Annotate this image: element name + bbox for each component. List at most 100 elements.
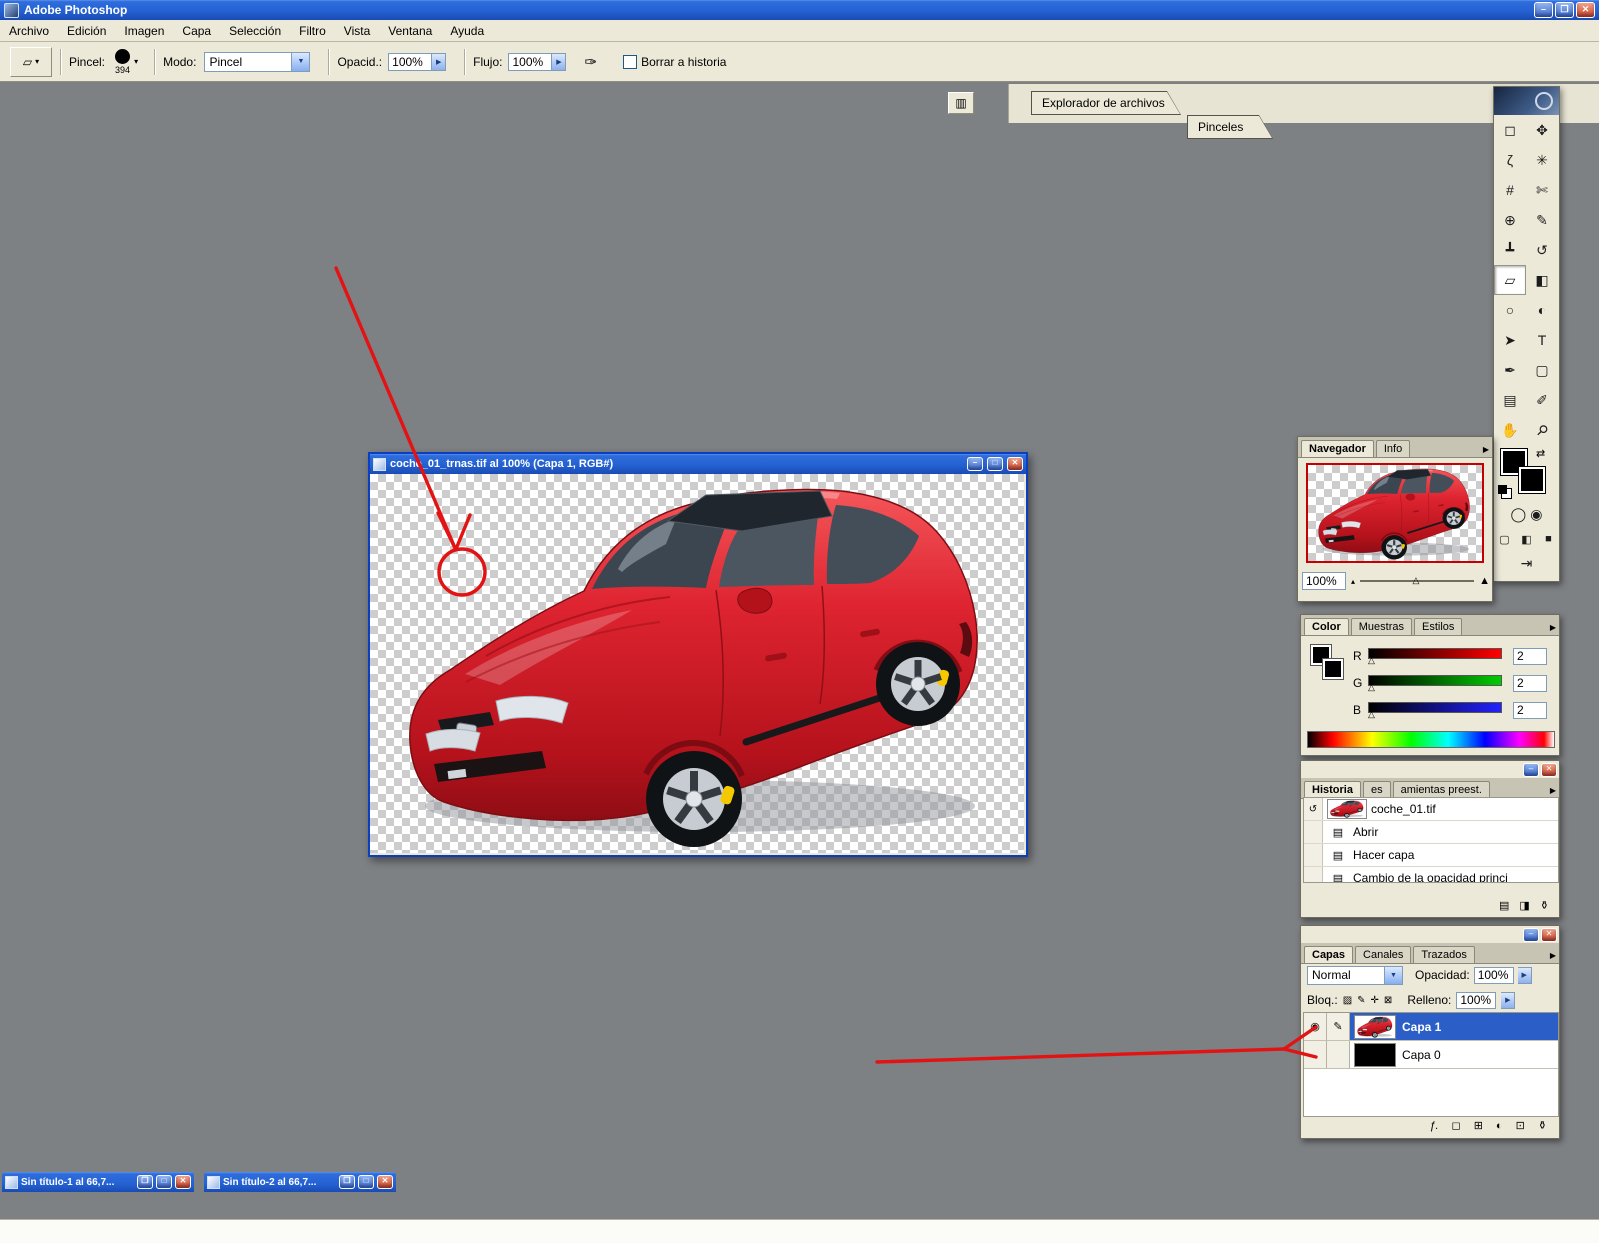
minimized-window-2[interactable]: Sin título-2 al 66,7... ❐ □ ✕ — [204, 1172, 396, 1192]
layer-style-icon[interactable]: ƒ. — [1429, 1120, 1438, 1132]
minimized-window-1[interactable]: Sin título-1 al 66,7... ❐ □ ✕ — [2, 1172, 194, 1192]
min1-maximize-button[interactable]: □ — [156, 1175, 172, 1189]
default-colors-icon[interactable] — [1498, 485, 1507, 494]
green-value-input[interactable]: 2 — [1513, 674, 1547, 692]
magic-wand-tool[interactable]: ✳ — [1526, 145, 1558, 175]
tab-estilos[interactable]: Estilos — [1413, 618, 1463, 635]
zoom-in-icon[interactable]: ▲ — [1479, 575, 1490, 587]
min1-restore-button[interactable]: ❐ — [137, 1175, 153, 1189]
brush-preview[interactable]: 394 — [115, 48, 130, 75]
menu-imagen[interactable]: Imagen — [115, 21, 173, 41]
document-canvas[interactable] — [370, 474, 1024, 853]
erase-to-history-checkbox[interactable] — [623, 54, 638, 69]
navigator-zoom-input[interactable]: 100% — [1302, 572, 1346, 590]
zoom-tool[interactable]: ⚲ — [1526, 415, 1558, 445]
gradient-tool[interactable]: ◧ — [1526, 265, 1558, 295]
marquee-tool[interactable]: ◻ — [1494, 115, 1526, 145]
shape-tool[interactable]: ▢ — [1526, 355, 1558, 385]
slice-tool[interactable]: ✄ — [1526, 175, 1558, 205]
app-restore-button[interactable]: ❐ — [1555, 2, 1574, 18]
min2-restore-button[interactable]: ❐ — [339, 1175, 355, 1189]
menu-archivo[interactable]: Archivo — [0, 21, 58, 41]
fill-spinner[interactable]: ▶ — [1501, 991, 1516, 1009]
blend-mode-select[interactable]: Normal ▼ — [1307, 965, 1403, 985]
standard-screen-button[interactable]: ▢ — [1494, 527, 1515, 551]
pen-tool[interactable]: ✒ — [1494, 355, 1526, 385]
menu-ventana[interactable]: Ventana — [379, 21, 441, 41]
doc-maximize-button[interactable]: □ — [987, 457, 1003, 471]
quickmask-mode-button[interactable]: ◉ — [1529, 501, 1543, 527]
lasso-tool[interactable]: ζ — [1494, 145, 1526, 175]
tab-trazados[interactable]: Trazados — [1413, 946, 1475, 963]
history-state-row[interactable]: ▤ Cambio de la opacidad princi — [1304, 867, 1558, 882]
background-color-swatch[interactable] — [1518, 466, 1546, 494]
brush-dropdown-arrow-icon[interactable]: ▾ — [134, 57, 138, 66]
lock-position-icon[interactable]: ✛ — [1371, 995, 1379, 1006]
add-mask-icon[interactable]: ◻ — [1452, 1119, 1461, 1132]
clone-stamp-tool[interactable]: ┻ — [1494, 235, 1526, 265]
path-selection-tool[interactable]: ➤ — [1494, 325, 1526, 355]
tab-canales[interactable]: Canales — [1355, 946, 1412, 963]
menu-edicion[interactable]: Edición — [58, 21, 115, 41]
history-source-icon[interactable]: ↺ — [1304, 798, 1323, 820]
tab-explorador-archivos[interactable]: Explorador de archivos — [1031, 91, 1181, 115]
history-brush-tool[interactable]: ↺ — [1526, 235, 1558, 265]
tab-info[interactable]: Info — [1375, 440, 1411, 457]
eyedropper-tool[interactable]: ✐ — [1526, 385, 1558, 415]
fill-input[interactable]: 100% — [1456, 991, 1497, 1009]
blue-slider[interactable]: △ — [1368, 702, 1502, 719]
tab-acciones[interactable]: es — [1362, 781, 1391, 798]
app-minimize-button[interactable]: – — [1534, 2, 1553, 18]
history-menu-icon[interactable]: ▶ — [1550, 786, 1556, 795]
menu-vista[interactable]: Vista — [335, 21, 379, 41]
toolbox-artwork[interactable] — [1494, 87, 1559, 115]
menu-ayuda[interactable]: Ayuda — [441, 21, 493, 41]
doc-minimize-button[interactable]: – — [967, 457, 983, 471]
doc-close-button[interactable]: ✕ — [1007, 457, 1023, 471]
fullscreen-menu-button[interactable]: ◧ — [1516, 527, 1537, 551]
navigator-menu-icon[interactable]: ▶ — [1483, 445, 1489, 454]
crop-tool[interactable]: # — [1494, 175, 1526, 205]
tab-color[interactable]: Color — [1304, 618, 1349, 635]
type-tool[interactable]: T — [1526, 325, 1558, 355]
layers-menu-icon[interactable]: ▶ — [1550, 951, 1556, 960]
swap-colors-icon[interactable]: ⇄ — [1536, 447, 1545, 460]
history-minimize-button[interactable]: – — [1523, 762, 1539, 777]
current-tool-button[interactable]: ▱ ▾ — [10, 46, 52, 77]
hand-tool[interactable]: ✋ — [1494, 415, 1526, 445]
new-snapshot-icon[interactable]: ◨ — [1519, 899, 1529, 912]
color-menu-icon[interactable]: ▶ — [1550, 623, 1556, 632]
tab-capas[interactable]: Capas — [1304, 946, 1354, 963]
notes-tool[interactable]: ▤ — [1494, 385, 1526, 415]
tab-navegador[interactable]: Navegador — [1301, 440, 1374, 457]
color-background-swatch[interactable] — [1323, 659, 1343, 679]
history-state-row[interactable]: ▤ Hacer capa — [1304, 844, 1558, 867]
airbrush-icon[interactable]: ✑ — [584, 53, 597, 71]
min1-close-button[interactable]: ✕ — [175, 1175, 191, 1189]
min2-close-button[interactable]: ✕ — [377, 1175, 393, 1189]
menu-filtro[interactable]: Filtro — [290, 21, 335, 41]
new-set-icon[interactable]: ⊞ — [1474, 1119, 1483, 1132]
menu-seleccion[interactable]: Selección — [220, 21, 290, 41]
new-document-from-state-icon[interactable]: ▤ — [1499, 899, 1509, 912]
brush-tool[interactable]: ✎ — [1526, 205, 1558, 235]
red-slider[interactable]: △ — [1368, 648, 1502, 665]
lock-pixels-icon[interactable]: ✎ — [1357, 995, 1365, 1006]
opacity-spinner[interactable]: ▶ — [432, 52, 447, 71]
healing-brush-tool[interactable]: ⊕ — [1494, 205, 1526, 235]
red-value-input[interactable]: 2 — [1513, 647, 1547, 665]
history-close-button[interactable]: ✕ — [1541, 762, 1557, 777]
fullscreen-button[interactable]: ■ — [1538, 527, 1559, 551]
history-trash-icon[interactable]: ⚱ — [1540, 899, 1549, 912]
blur-tool[interactable]: ○ — [1494, 295, 1526, 325]
file-browser-toggle-button[interactable]: ▥ — [948, 92, 974, 114]
flow-input[interactable]: 100% — [508, 52, 553, 71]
tab-historia[interactable]: Historia — [1304, 781, 1361, 798]
tab-muestras[interactable]: Muestras — [1350, 618, 1412, 635]
tab-pinceles[interactable]: Pinceles — [1187, 115, 1273, 139]
green-slider[interactable]: △ — [1368, 675, 1502, 692]
layers-minimize-button[interactable]: – — [1523, 927, 1539, 942]
adjustment-layer-icon[interactable]: ◐ — [1496, 1120, 1503, 1132]
opacity-input[interactable]: 100% — [388, 52, 433, 71]
blue-value-input[interactable]: 2 — [1513, 701, 1547, 719]
